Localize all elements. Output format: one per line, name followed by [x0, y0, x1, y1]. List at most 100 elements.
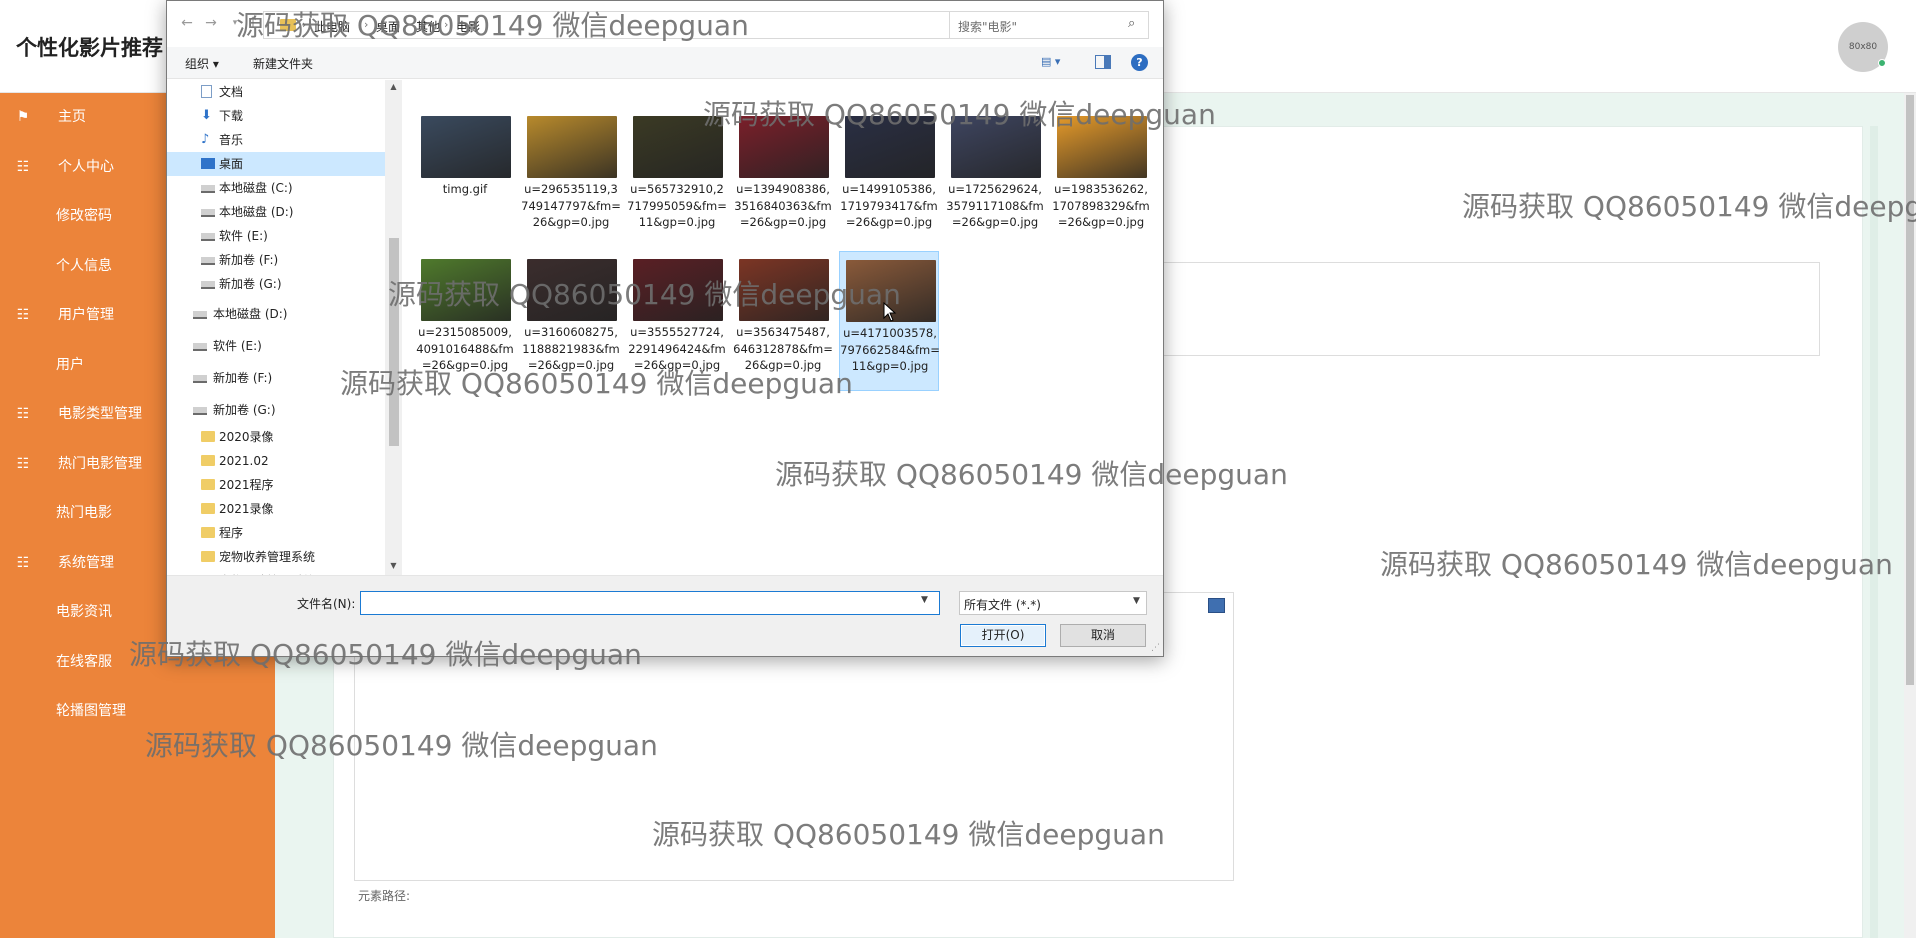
- breadcrumb-item[interactable]: 桌面: [376, 18, 400, 35]
- open-button[interactable]: 打开(O): [960, 624, 1046, 647]
- drive-icon: [201, 185, 215, 193]
- file-item[interactable]: u=1394908386,3516840363&fm=26&gp=0.jpg: [733, 108, 833, 248]
- nav-tree-item[interactable]: ♪ 音乐: [167, 128, 385, 152]
- filename-dropdown-icon[interactable]: ▼: [921, 595, 928, 605]
- sidebar-item-label: 用户: [56, 356, 84, 373]
- nav-tree-item[interactable]: 2020录像: [167, 425, 385, 449]
- file-thumbnail: [421, 116, 511, 178]
- nav-tree-label: 本地磁盘 (D:): [219, 205, 294, 219]
- nav-tree-item[interactable]: 文档: [167, 80, 385, 104]
- sidebar-item-label: 热门电影: [56, 505, 112, 521]
- file-name: u=565732910,2717995059&fm=11&gp=0.jpg: [627, 182, 727, 229]
- file-thumbnail: [527, 116, 617, 178]
- filename-input[interactable]: [360, 591, 940, 615]
- search-input[interactable]: 搜索"电影" ⌕: [949, 11, 1149, 39]
- file-item[interactable]: u=296535119,3749147797&fm=26&gp=0.jpg: [521, 108, 621, 248]
- nav-tree-item[interactable]: 新加卷 (F:): [167, 248, 385, 272]
- nav-tree-item[interactable]: 本地磁盘 (C:): [167, 176, 385, 200]
- nav-tree-item[interactable]: 程序: [167, 521, 385, 545]
- breadcrumb-item[interactable]: 其他: [416, 18, 440, 35]
- file-thumbnail: [421, 259, 511, 321]
- drive-icon: [201, 233, 215, 241]
- organize-button[interactable]: 组织 ▾: [185, 55, 219, 72]
- breadcrumb-separator: ›: [364, 18, 369, 31]
- sidebar-item-label: 轮播图管理: [56, 703, 126, 719]
- file-type-select[interactable]: 所有文件 (*.*): [959, 591, 1147, 615]
- file-item[interactable]: u=3555527724,2291496424&fm=26&gp=0.jpg: [627, 251, 727, 391]
- file-thumbnail: [1057, 116, 1147, 178]
- file-type-dropdown-icon[interactable]: ▼: [1133, 596, 1140, 606]
- breadcrumb-item[interactable]: 此电脑: [314, 18, 350, 35]
- view-options-icon[interactable]: ▤ ▾: [1041, 55, 1071, 71]
- file-item[interactable]: u=2315085009,4091016488&fm=26&gp=0.jpg: [415, 251, 515, 391]
- nav-tree-label: 2020录像: [219, 430, 274, 444]
- file-item[interactable]: u=3160608275,1188821983&fm=26&gp=0.jpg: [521, 251, 621, 391]
- file-item[interactable]: u=565732910,2717995059&fm=11&gp=0.jpg: [627, 108, 727, 248]
- nav-tree-item[interactable]: ⬇ 下载: [167, 104, 385, 128]
- nav-tree-label: 本地磁盘 (C:): [219, 181, 293, 195]
- sidebar-item-label: 个人中心: [58, 158, 114, 175]
- scroll-up-icon[interactable]: ▲: [386, 82, 401, 91]
- sidebar-item-label: 热门电影管理: [58, 455, 142, 472]
- file-thumbnail: [633, 259, 723, 321]
- breadcrumb-separator: ›: [302, 18, 307, 31]
- sidebar-item-label: 用户管理: [58, 307, 114, 323]
- address-row: ← → ▾ ↑ › 此电脑 › 桌面 › 其他 › 电影 ▼ ↻ 搜索"电影" …: [167, 1, 1163, 47]
- search-icon: ⌕: [1128, 16, 1136, 31]
- element-path: 元素路径:: [354, 880, 1234, 908]
- nav-tree-item[interactable]: 宠物收养管理系统: [167, 545, 385, 569]
- nav-tree-item[interactable]: 新加卷 (F:): [167, 366, 385, 390]
- online-status-dot: [1878, 59, 1886, 67]
- file-item[interactable]: u=1725629624,3579117108&fm=26&gp=0.jpg: [945, 108, 1045, 248]
- nav-tree-label: 宠物收养管理系统: [219, 550, 316, 564]
- nav-tree-item[interactable]: 2021程序: [167, 473, 385, 497]
- nav-tree-label: 下载: [219, 109, 244, 123]
- breadcrumb-item[interactable]: 电影: [456, 18, 480, 35]
- list-icon: ☷: [16, 554, 30, 571]
- nav-tree-label: 2021录像: [219, 502, 274, 516]
- resize-grip-icon[interactable]: ⋰: [1151, 643, 1160, 653]
- nav-tree-item[interactable]: 本地磁盘 (D:): [167, 200, 385, 224]
- address-bar[interactable]: › 此电脑 › 桌面 › 其他 › 电影 ▼: [263, 11, 995, 39]
- nav-tree-item[interactable]: 本地磁盘 (D:): [167, 302, 385, 326]
- folder-icon: [201, 503, 215, 514]
- nav-tree-item[interactable]: 2021录像: [167, 497, 385, 521]
- nav-tree-item[interactable]: 软件 (E:): [167, 334, 385, 358]
- nav-tree-label: 2021.02: [219, 454, 269, 468]
- nav-tree-item[interactable]: 桌面: [167, 152, 385, 176]
- file-thumbnail: [951, 116, 1041, 178]
- file-name: u=3563475487,646312878&fm=26&gp=0.jpg: [733, 325, 833, 372]
- folder-icon: [201, 479, 215, 490]
- navigation-scroll-thumb[interactable]: [389, 238, 399, 446]
- up-arrow-icon[interactable]: ↑: [245, 15, 261, 31]
- nav-tree-item[interactable]: 新加卷 (G:): [167, 398, 385, 422]
- flag-icon: ⚑: [16, 109, 30, 125]
- sidebar-item[interactable]: 轮播图管理: [0, 691, 275, 731]
- new-folder-button[interactable]: 新建文件夹: [253, 55, 313, 72]
- fullscreen-icon[interactable]: [1208, 598, 1225, 613]
- file-item[interactable]: u=1983536262,1707898329&fm=26&gp=0.jpg: [1051, 108, 1151, 248]
- file-name: u=1499105386,1719793417&fm=26&gp=0.jpg: [840, 182, 938, 229]
- help-icon[interactable]: ?: [1131, 54, 1148, 71]
- file-item[interactable]: u=3563475487,646312878&fm=26&gp=0.jpg: [733, 251, 833, 391]
- drive-icon: [201, 209, 215, 217]
- page-scroll-thumb[interactable]: [1906, 95, 1914, 685]
- folder-icon: [201, 455, 215, 466]
- nav-tree-item[interactable]: 新加卷 (G:): [167, 272, 385, 296]
- file-item[interactable]: timg.gif: [415, 108, 515, 248]
- nav-tree-item[interactable]: 软件 (E:): [167, 224, 385, 248]
- preview-pane-icon[interactable]: [1095, 55, 1111, 69]
- file-name: u=3555527724,2291496424&fm=26&gp=0.jpg: [628, 325, 726, 372]
- forward-arrow-icon[interactable]: →: [203, 15, 219, 31]
- recent-dropdown-icon[interactable]: ▾: [227, 15, 243, 31]
- mouse-cursor-icon: [883, 302, 897, 322]
- nav-tree-label: 文档: [219, 85, 244, 99]
- nav-tree-item[interactable]: 2021.02: [167, 449, 385, 473]
- file-item[interactable]: u=1499105386,1719793417&fm=26&gp=0.jpg: [839, 108, 939, 248]
- back-arrow-icon[interactable]: ←: [179, 15, 195, 31]
- cancel-button[interactable]: 取消: [1060, 624, 1146, 647]
- description-textarea[interactable]: [1120, 262, 1820, 356]
- breadcrumb-separator: ›: [444, 18, 449, 31]
- file-name: u=1983536262,1707898329&fm=26&gp=0.jpg: [1052, 182, 1150, 229]
- scroll-down-icon[interactable]: ▼: [386, 561, 401, 570]
